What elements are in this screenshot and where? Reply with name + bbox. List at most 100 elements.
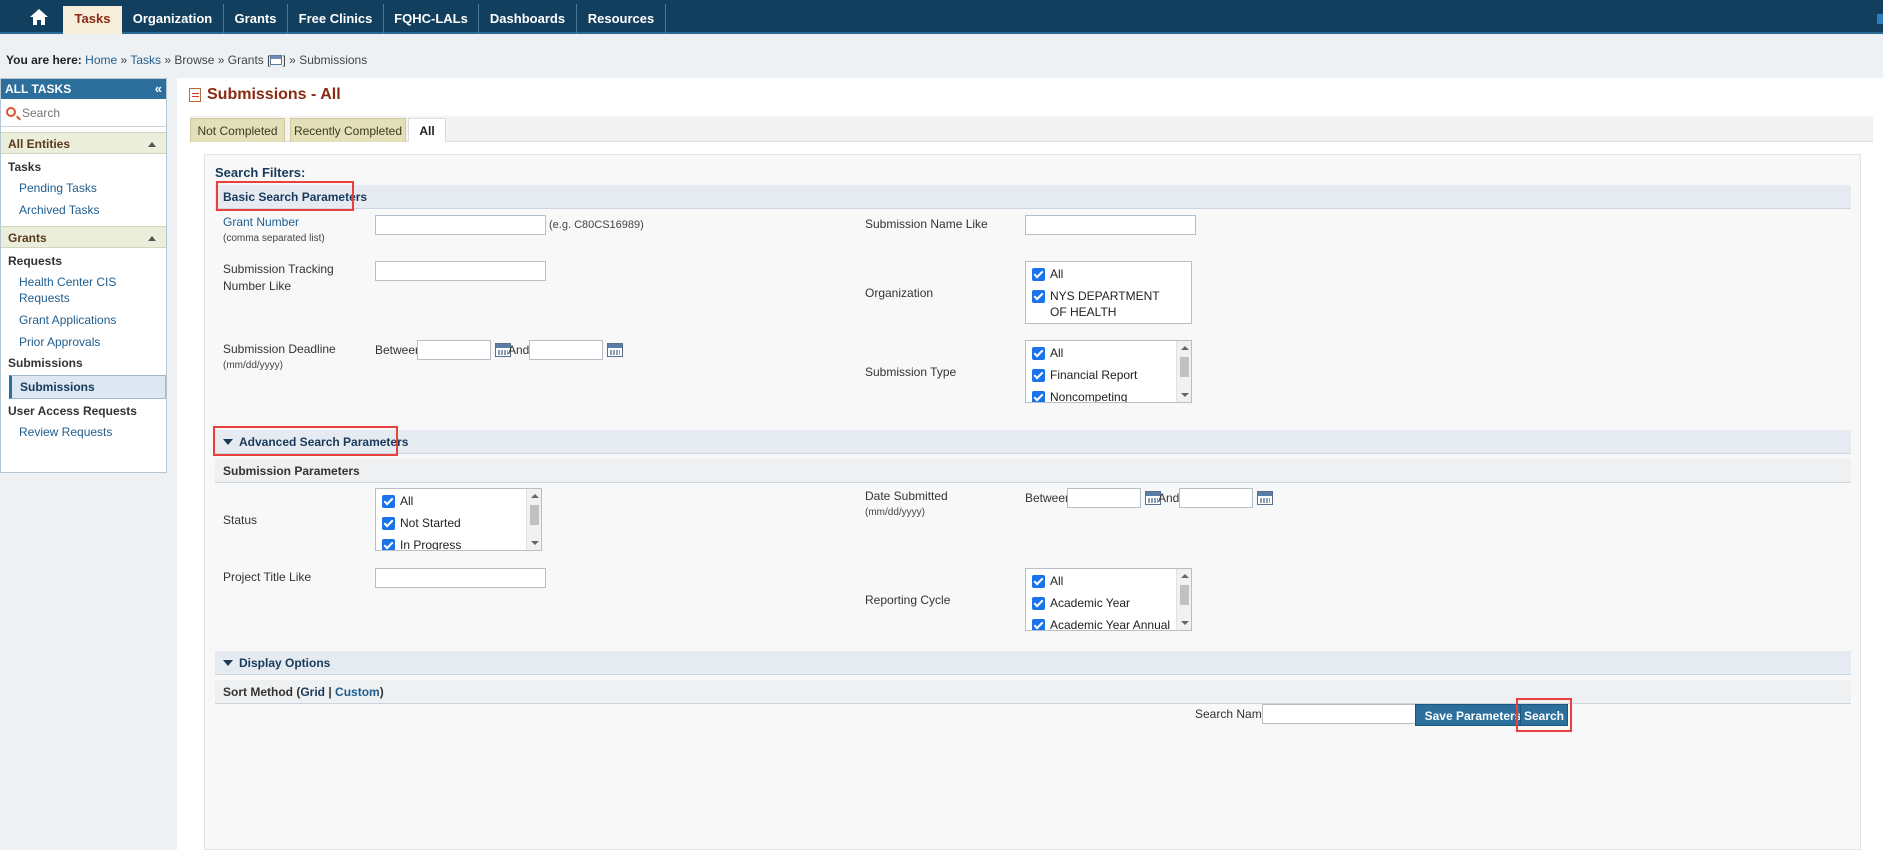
- tab-recently-completed[interactable]: Recently Completed: [290, 118, 406, 142]
- breadcrumb-grants: Grants [: [227, 53, 271, 67]
- calendar-icon[interactable]: [1257, 491, 1273, 505]
- breadcrumb-browse: Browse: [174, 53, 215, 67]
- list-item[interactable]: Financial Report: [1026, 363, 1191, 385]
- scroll-thumb[interactable]: [1180, 357, 1189, 377]
- sidebar-item-review-requests[interactable]: Review Requests: [1, 421, 166, 443]
- sidebar-section-all-entities[interactable]: All Entities: [1, 132, 166, 154]
- submission-parameters-text: Submission Parameters: [223, 464, 360, 478]
- scroll-thumb[interactable]: [1180, 585, 1189, 605]
- calendar-icon[interactable]: [607, 343, 623, 357]
- checkbox-checked-icon[interactable]: [1032, 290, 1045, 303]
- breadcrumb-tasks[interactable]: Tasks: [130, 53, 161, 67]
- checkbox-checked-icon[interactable]: [382, 517, 395, 530]
- list-item[interactable]: In Progress: [376, 533, 541, 551]
- list-item[interactable]: All: [376, 489, 541, 511]
- date-submitted-hint: (mm/dd/yyyy): [865, 507, 925, 518]
- checkbox-checked-icon[interactable]: [1032, 597, 1045, 610]
- option-label: Financial Report: [1050, 368, 1138, 382]
- scrollbar[interactable]: [526, 489, 541, 550]
- organization-listbox[interactable]: All NYS DEPARTMENT OF HEALTH: [1025, 261, 1192, 324]
- deadline-to-input[interactable]: [529, 340, 603, 360]
- scroll-up-icon[interactable]: [1181, 574, 1189, 578]
- scroll-up-icon[interactable]: [1181, 346, 1189, 350]
- project-title-input[interactable]: [375, 568, 546, 588]
- scroll-thumb[interactable]: [530, 505, 539, 525]
- submission-name-input[interactable]: [1025, 215, 1196, 235]
- home-button[interactable]: [16, 3, 62, 31]
- list-item[interactable]: All: [1026, 569, 1191, 591]
- reporting-cycle-listbox[interactable]: All Academic Year Academic Year Annual: [1025, 568, 1192, 631]
- grant-number-input[interactable]: [375, 215, 546, 235]
- breadcrumb-current: Submissions: [299, 53, 368, 67]
- scroll-down-icon[interactable]: [1181, 393, 1189, 397]
- breadcrumb-grants-close: ]: [282, 53, 286, 67]
- option-label: Academic Year Annual: [1050, 618, 1171, 631]
- breadcrumb-sep: »: [289, 53, 296, 67]
- nav-tab-fqhc-lals[interactable]: FQHC-LALs: [384, 4, 479, 34]
- checkbox-checked-icon[interactable]: [1032, 347, 1045, 360]
- nav-tab-resources[interactable]: Resources: [577, 4, 666, 34]
- status-listbox[interactable]: All Not Started In Progress: [375, 488, 542, 551]
- display-options-header[interactable]: Display Options: [215, 651, 1851, 675]
- sidebar-item-archived-tasks[interactable]: Archived Tasks: [1, 199, 166, 221]
- sidebar-section-grants[interactable]: Grants: [1, 226, 166, 248]
- nav-tab-free-clinics[interactable]: Free Clinics: [288, 4, 384, 34]
- sidebar-item-health-center-cis-requests[interactable]: Health Center CIS Requests: [1, 271, 166, 309]
- checkbox-checked-icon[interactable]: [1032, 575, 1045, 588]
- submission-name-label: Submission Name Like: [865, 217, 988, 231]
- save-parameters-button[interactable]: Save Parameters: [1415, 704, 1531, 726]
- tab-all[interactable]: All: [408, 118, 446, 142]
- sidebar-search-input[interactable]: [22, 104, 162, 122]
- list-item[interactable]: Academic Year: [1026, 591, 1191, 613]
- sort-method-sep: |: [325, 685, 336, 699]
- submission-type-listbox[interactable]: All Financial Report Noncompeting Contin…: [1025, 340, 1192, 403]
- scroll-up-icon[interactable]: [531, 494, 539, 498]
- calendar-icon[interactable]: [270, 55, 283, 65]
- sort-method-suffix: ): [379, 685, 384, 699]
- breadcrumb-home[interactable]: Home: [85, 53, 117, 67]
- sidebar-item-prior-approvals[interactable]: Prior Approvals: [1, 331, 166, 353]
- date-submitted-from-input[interactable]: [1067, 488, 1141, 508]
- highlight-box: [213, 426, 398, 456]
- option-label: In Progress: [400, 538, 462, 551]
- date-submitted-to-input[interactable]: [1179, 488, 1253, 508]
- collapse-icon[interactable]: «: [155, 79, 162, 99]
- list-item[interactable]: Noncompeting Continuations: [1026, 385, 1191, 402]
- scrollbar[interactable]: [1176, 341, 1191, 402]
- grant-number-example: (e.g. C80CS16989): [549, 219, 644, 231]
- search-icon: [6, 107, 16, 117]
- sidebar-item-grant-applications[interactable]: Grant Applications: [1, 309, 166, 331]
- list-item[interactable]: All: [1026, 341, 1191, 363]
- checkbox-checked-icon[interactable]: [382, 495, 395, 508]
- submission-deadline-label: Submission Deadline: [223, 342, 336, 356]
- nav-tab-tasks[interactable]: Tasks: [63, 6, 122, 34]
- sidebar-item-pending-tasks[interactable]: Pending Tasks: [1, 177, 166, 199]
- nav-tab-grants[interactable]: Grants: [224, 4, 288, 34]
- checkbox-checked-icon[interactable]: [382, 539, 395, 550]
- nav-tab-organization[interactable]: Organization: [122, 4, 224, 34]
- list-item[interactable]: Not Started: [376, 511, 541, 533]
- scrollbar[interactable]: [1176, 569, 1191, 630]
- grant-number-label[interactable]: Grant Number: [223, 214, 299, 231]
- tab-not-completed[interactable]: Not Completed: [190, 118, 285, 142]
- checkbox-checked-icon[interactable]: [1032, 391, 1045, 402]
- chevron-up-icon: [148, 142, 156, 147]
- checkbox-checked-icon[interactable]: [1032, 619, 1045, 630]
- list-item[interactable]: NYS DEPARTMENT OF HEALTH: [1026, 284, 1191, 319]
- scroll-down-icon[interactable]: [1181, 621, 1189, 625]
- sidebar-item-submissions[interactable]: Submissions: [9, 375, 166, 399]
- checkbox-checked-icon[interactable]: [1032, 369, 1045, 382]
- deadline-from-input[interactable]: [417, 340, 491, 360]
- list-item[interactable]: Academic Year Annual: [1026, 613, 1191, 631]
- breadcrumb-sep: »: [217, 53, 225, 67]
- caret-down-icon: [223, 660, 233, 666]
- nav-tab-dashboards[interactable]: Dashboards: [479, 4, 577, 34]
- list-item[interactable]: All: [1026, 262, 1191, 284]
- sort-custom-link[interactable]: Custom: [335, 685, 380, 699]
- sidebar-title: ALL TASKS: [5, 82, 72, 96]
- scroll-down-icon[interactable]: [531, 541, 539, 545]
- tracking-number-input[interactable]: [375, 261, 546, 281]
- checkbox-checked-icon[interactable]: [1032, 268, 1045, 281]
- sort-grid-option[interactable]: Grid: [300, 685, 325, 699]
- advanced-search-header[interactable]: Advanced Search Parameters: [215, 430, 1851, 454]
